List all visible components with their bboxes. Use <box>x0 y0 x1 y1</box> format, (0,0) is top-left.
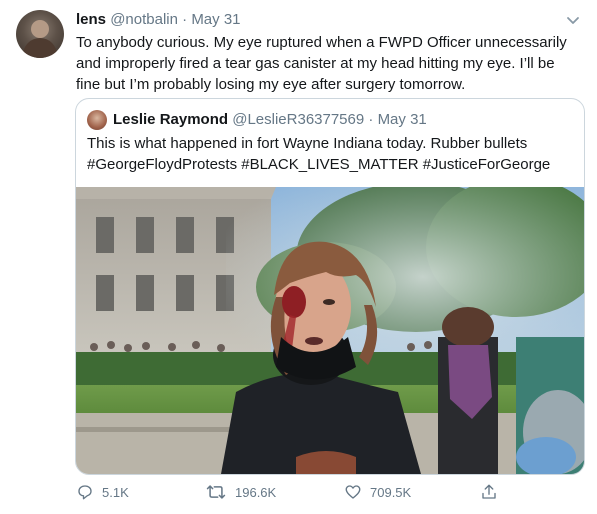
retweet-button[interactable]: 196.6K <box>205 480 276 504</box>
quoted-tweet[interactable]: Leslie Raymond @LeslieR36377569 · May 31… <box>75 98 585 475</box>
quoted-header-separator: · <box>368 111 374 128</box>
tweet-actions: 5.1K 196.6K 709.5K <box>0 480 597 506</box>
quoted-tweet-date: May 31 <box>377 111 427 128</box>
quoted-author-handle: @LeslieR36377569 <box>232 111 365 128</box>
share-icon <box>482 484 496 499</box>
retweet-icon <box>206 485 226 499</box>
like-button[interactable]: 709.5K <box>344 480 411 504</box>
author-name[interactable]: lens <box>76 11 106 28</box>
tweet-text: To anybody curious. My eye ruptured when… <box>76 34 567 93</box>
header-separator: · <box>182 11 188 28</box>
retweet-count: 196.6K <box>235 484 277 500</box>
author-avatar[interactable] <box>16 10 64 58</box>
quoted-tweet-header: Leslie Raymond @LeslieR36377569 · May 31 <box>113 110 427 130</box>
tweet-date[interactable]: May 31 <box>191 11 240 28</box>
reply-icon <box>78 485 92 500</box>
chevron-down-icon[interactable] <box>564 14 582 28</box>
tweet-header: lens @notbalin · May 31 <box>76 10 241 30</box>
like-count: 709.5K <box>370 484 412 500</box>
heart-icon <box>345 485 361 499</box>
reply-count: 5.1K <box>102 484 129 500</box>
avatar-shoulders <box>23 38 57 58</box>
avatar-head <box>31 20 49 38</box>
share-button[interactable] <box>480 480 498 504</box>
quoted-author-name: Leslie Raymond <box>113 111 229 128</box>
quoted-author-avatar[interactable] <box>87 110 107 130</box>
reply-button[interactable]: 5.1K <box>76 480 129 504</box>
quoted-tweet-photo[interactable] <box>76 187 584 474</box>
quoted-tweet-text: This is what happened in fort Wayne Indi… <box>87 135 551 173</box>
author-handle[interactable]: @notbalin <box>110 11 178 28</box>
